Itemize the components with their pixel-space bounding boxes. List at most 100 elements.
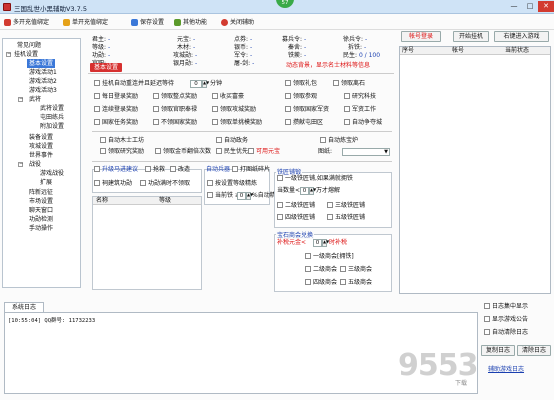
- gem-shop-2-checkbox[interactable]: 二级商会: [305, 266, 337, 274]
- spin-up-down[interactable]: ▲▼: [322, 239, 329, 247]
- tree-item-world-events[interactable]: 世界事件: [29, 151, 53, 160]
- modify-checkbox[interactable]: 改造: [170, 166, 190, 174]
- minimize-button[interactable]: —: [506, 1, 522, 12]
- gem-shop-3-checkbox[interactable]: 三级商会: [340, 266, 372, 274]
- tree-item-manual[interactable]: 手动操作: [29, 224, 53, 233]
- tree-item-general-settings[interactable]: 武将设置: [40, 104, 64, 113]
- tree-item-general[interactable]: 武将: [29, 95, 41, 104]
- iron-shop-3-checkbox[interactable]: 三级铁匠铺: [327, 202, 365, 210]
- toolbar: 多开充值绑定 单开充值绑定 保存设置 其他功能 关闭辅助: [0, 14, 554, 30]
- auto-clear-log-checkbox[interactable]: 自动清除日志: [484, 329, 528, 337]
- reconnect-delay-input[interactable]: 0: [190, 80, 202, 88]
- collapse-icon[interactable]: −: [18, 162, 23, 167]
- save-settings-button[interactable]: 保存设置: [131, 17, 164, 28]
- gem-shop-5-checkbox[interactable]: 五级商会: [340, 279, 372, 287]
- tree-item-extra-settings[interactable]: 附加设置: [40, 122, 64, 131]
- collapse-icon[interactable]: −: [18, 97, 23, 102]
- claim-visit-checkbox[interactable]: 领取参观: [285, 93, 317, 101]
- daily-login-reward-checkbox[interactable]: 每日登录奖励: [94, 93, 138, 101]
- tree-item-siege[interactable]: 攻城设置: [29, 142, 53, 151]
- claim-gold-double-checkbox[interactable]: 领取金币翻倍次数: [155, 148, 211, 156]
- auto-politics-checkbox[interactable]: 自动政务: [216, 137, 248, 145]
- auto-reconnect-checkbox[interactable]: 挂机自动重连并且延迟等待: [94, 80, 174, 88]
- donate-farm-checkbox[interactable]: 攒献屯田区: [285, 119, 323, 127]
- account-login-button[interactable]: 帐号登录: [401, 31, 441, 42]
- blueprint-select[interactable]: ▼: [342, 148, 390, 156]
- tree-item-activity-1[interactable]: 游戏活动1: [29, 68, 57, 77]
- scrap-blueprint-checkbox[interactable]: 打图纸碎片: [232, 166, 270, 174]
- tree-item-hangup[interactable]: 挂机设置: [14, 50, 38, 59]
- tree-item-faq[interactable]: 常见问题: [17, 41, 41, 50]
- spin-up-down[interactable]: ▲▼: [246, 192, 253, 200]
- auto-workshop-checkbox[interactable]: 自动木士工坊: [100, 137, 144, 145]
- tree-item-activity-3[interactable]: 游戏活动3: [29, 86, 57, 95]
- tax-threshold-input[interactable]: 0: [313, 239, 322, 247]
- claim-gift-checkbox[interactable]: 领取礼包: [285, 80, 317, 88]
- tree-item-expedition[interactable]: 阵新远征: [29, 188, 53, 197]
- claim-siege-reward-checkbox[interactable]: 领取攻城奖励: [212, 106, 256, 114]
- tree-item-basic[interactable]: 基本设置: [27, 59, 56, 68]
- other-functions-button[interactable]: 其他功能: [174, 17, 207, 28]
- skip-national-reward-checkbox[interactable]: 不领国家奖励: [153, 119, 197, 127]
- tab-basic-settings[interactable]: 基本设置: [90, 63, 123, 72]
- copy-log-button[interactable]: 复制日志: [481, 345, 515, 356]
- iron-shop-5-checkbox[interactable]: 五级铁匠铺: [327, 214, 365, 222]
- account-list-header: 序号 帐号 当前状态: [400, 47, 550, 55]
- claim-salary-checkbox[interactable]: 领取官职奉禄: [153, 106, 197, 114]
- tree-item-equipment[interactable]: 装备设置: [29, 133, 53, 142]
- consecutive-login-checkbox[interactable]: 连续登录奖励: [94, 106, 138, 114]
- iron-shop-1-checkbox[interactable]: 一级铁匠铺,如果满就拥铁: [277, 175, 353, 183]
- gem-shop-4-checkbox[interactable]: 四级商会: [305, 279, 337, 287]
- iron-threshold-input[interactable]: 0: [237, 192, 246, 200]
- tree-item-activity-2[interactable]: 游戏活动2: [29, 77, 57, 86]
- refine-by-level-checkbox[interactable]: 按设置等级精炼: [207, 180, 257, 188]
- tab-system-log[interactable]: 系统日志: [4, 302, 44, 312]
- show-announcement-checkbox[interactable]: 显示游戏公告: [484, 316, 528, 324]
- account-list[interactable]: 序号 帐号 当前状态: [399, 46, 551, 294]
- collapse-icon[interactable]: −: [6, 52, 11, 57]
- livelihood-first-checkbox[interactable]: 民生优先: [216, 148, 248, 156]
- enter-game-button[interactable]: 右键进入游戏: [494, 31, 549, 42]
- upgrade-horse-checkbox[interactable]: 升级马进建议: [94, 166, 138, 174]
- spin-up-down[interactable]: ▲▼: [202, 80, 209, 88]
- hourly-reward-checkbox[interactable]: 领取整点奖励: [153, 93, 197, 101]
- claim-lishi-checkbox[interactable]: 领取离石: [333, 80, 365, 88]
- iron-count-input[interactable]: 0: [300, 187, 309, 195]
- auto-forge-checkbox[interactable]: 自动炼宝炉: [320, 137, 358, 145]
- research-tech-checkbox[interactable]: 研究科技: [344, 93, 376, 101]
- iron-threshold-checkbox[interactable]: 当前铁 ≥: [207, 192, 240, 200]
- gem-shop-1-checkbox[interactable]: 一级商会[拥铁]: [305, 253, 354, 261]
- iron-shop-2-checkbox[interactable]: 二级铁匠铺: [277, 202, 315, 210]
- clear-log-button[interactable]: 清除日志: [517, 345, 551, 356]
- spin-up-down[interactable]: ▲▼: [309, 187, 316, 195]
- tree-item-extend[interactable]: 扩展: [40, 178, 52, 187]
- minion-list[interactable]: 名称 等级: [92, 196, 202, 290]
- claim-national-funds-checkbox[interactable]: 领取国家军资: [285, 106, 329, 114]
- rescue-checkbox[interactable]: 抢救: [145, 166, 165, 174]
- claim-duel-reward-checkbox[interactable]: 领取单挑模奖励: [212, 119, 262, 127]
- national-task-reward-checkbox[interactable]: 国家任务奖励: [94, 119, 138, 127]
- maximize-button[interactable]: □: [522, 1, 538, 12]
- iron-shop-4-checkbox[interactable]: 四级铁匠铺: [277, 214, 315, 222]
- build-merit-checkbox[interactable]: 祠建筑功勋: [94, 180, 132, 188]
- close-window-button[interactable]: ✕: [538, 1, 554, 12]
- tree-item-campaign[interactable]: 战役: [29, 160, 41, 169]
- start-hangup-button[interactable]: 开始挂机: [453, 31, 489, 42]
- tree-item-merit-check[interactable]: 功勋检测: [29, 215, 53, 224]
- single-recharge-bind-button[interactable]: 单开充值绑定: [63, 17, 108, 28]
- auto-capture-city-checkbox[interactable]: 自动争夺城: [344, 119, 382, 127]
- usable-yuanbao-checkbox[interactable]: 可用元宝: [248, 148, 280, 156]
- tree-item-chat[interactable]: 聊天窗口: [29, 206, 53, 215]
- military-work-checkbox[interactable]: 军资工作: [344, 106, 376, 114]
- tree-item-farm-training[interactable]: 屯田练兵: [40, 113, 64, 122]
- tree-item-market[interactable]: 市场设置: [29, 197, 53, 206]
- buy-rich-checkbox[interactable]: 收买富豪: [212, 93, 244, 101]
- nav-tree: 常见问题 − 挂机设置 基本设置 游戏活动1 游戏活动2 游戏活动3 − 武将 …: [2, 38, 81, 288]
- close-helper-button[interactable]: 关闭辅助: [221, 17, 254, 28]
- game-log-link[interactable]: 辅助游戏日志: [488, 366, 524, 374]
- log-merge-checkbox[interactable]: 日志集中显示: [484, 303, 528, 311]
- claim-research-reward-checkbox[interactable]: 领取研究奖励: [100, 148, 144, 156]
- multi-recharge-bind-button[interactable]: 多开充值绑定: [4, 17, 49, 28]
- tree-item-game-campaign[interactable]: 游戏战役: [40, 169, 64, 178]
- skip-full-merit-checkbox[interactable]: 功勋满时不领取: [140, 180, 190, 188]
